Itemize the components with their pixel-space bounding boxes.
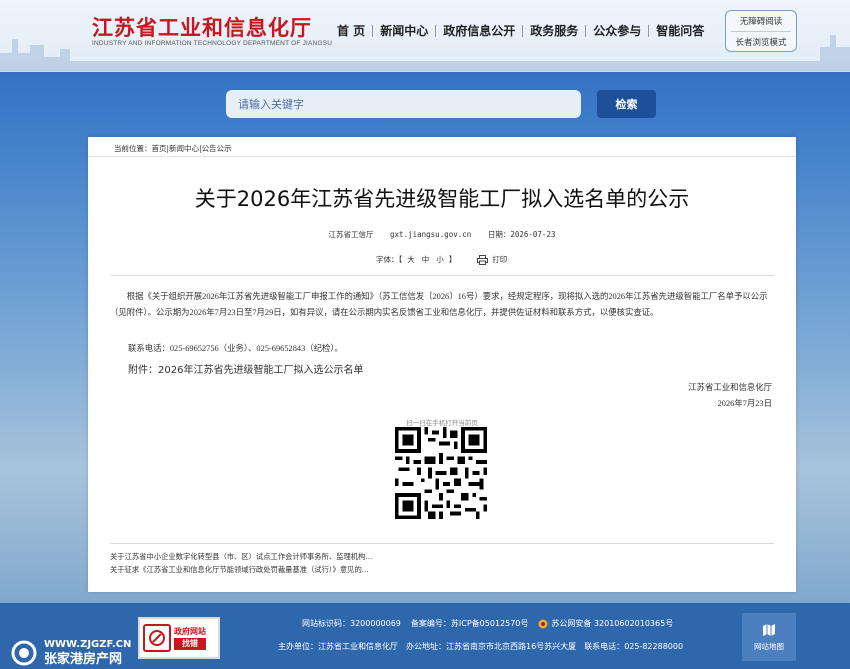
accessibility-reading-link[interactable]: 无障碍阅读 <box>740 15 783 27</box>
sign-org: 江苏省工业和信息化厅 <box>688 383 772 392</box>
site-header: 江苏省工业和信息化厅 INDUSTRY AND INFORMATION TECH… <box>0 0 850 72</box>
divider <box>88 156 796 157</box>
attachment: 附件：2026年江苏省先进级智能工厂拟入选公示名单 <box>128 361 363 376</box>
date-value: 2026-07-23 <box>510 230 556 239</box>
police-record[interactable]: 苏公网安备 32010602010365号 <box>538 618 673 629</box>
article-meta: 江苏省工信厅 gxt.jiangsu.gov.cn 日期：2026-07-23 <box>88 229 796 240</box>
font-size-label: 字体：【 <box>376 255 403 264</box>
article-card: 当前位置：首页|新闻中心|公告公示 关于2026年江苏省先进级智能工厂拟入选名单… <box>88 137 796 592</box>
article-date: 日期：2026-07-23 <box>488 230 556 239</box>
tel-value: 025-82288000 <box>624 642 684 651</box>
office-address: 办公地址：江苏省南京市北京西路16号苏兴大厦 <box>406 641 576 652</box>
gov-badge-line1: 政府网站 <box>174 627 206 636</box>
search-button[interactable]: 检索 <box>597 90 656 118</box>
article-paragraph: 根据《关于组织开展2026年江苏省先进级智能工厂申报工作的通知》（苏工信信发〔2… <box>110 292 768 317</box>
font-size-bracket: 】 <box>448 255 457 264</box>
nav-services[interactable]: 政务服务 <box>523 22 585 39</box>
host-value: 江苏省工业和信息化厅 <box>318 642 398 651</box>
qr-label: 扫一扫在手机打开当前页 <box>406 419 478 427</box>
font-size-controls: 字体：【 大 中 小 】 打印 <box>376 254 507 265</box>
icp-number: 备案编号：苏ICP备05012570号 <box>411 618 529 629</box>
police-record-text: 苏公网安备 32010602010365号 <box>551 619 674 628</box>
article-body: 根据《关于组织开展2026年江苏省先进级智能工厂申报工作的通知》（苏工信信发〔2… <box>110 289 774 321</box>
addr-label: 办公地址： <box>406 642 446 651</box>
gov-badge-line2: 找错 <box>174 638 206 650</box>
sign-date: 2026年7月23日 <box>717 399 772 408</box>
map-icon <box>763 623 775 636</box>
site-id: 网站标识码：3200000069 <box>302 618 401 629</box>
gov-site-error-report-badge[interactable]: 政府网站 找错 <box>138 617 220 659</box>
attachment-link[interactable]: 2026年江苏省先进级智能工厂拟入选公示名单 <box>158 365 363 376</box>
site-footer: WWW.ZJGZF.CN 张家港房产网 政府网站 找错 网站标识码：320000… <box>0 603 850 669</box>
font-small-button[interactable]: 小 <box>434 254 446 265</box>
attachment-label: 附件： <box>128 365 158 376</box>
sitemap-button[interactable]: 网站地图 <box>742 613 796 661</box>
nav-participation[interactable]: 公众参与 <box>586 22 648 39</box>
main-nav: 首 页 新闻中心 政府信息公开 政务服务 公众参与 智能问答 <box>330 22 711 39</box>
nav-news[interactable]: 新闻中心 <box>373 22 435 39</box>
nav-smart-qa[interactable]: 智能问答 <box>649 22 711 39</box>
footer-host-row: 主办单位：江苏省工业和信息化厅 办公地址：江苏省南京市北京西路16号苏兴大厦 联… <box>278 641 683 652</box>
article-source: 江苏省工信厅 <box>328 230 374 239</box>
site-id-label: 网站标识码： <box>302 619 350 628</box>
site-logo-subtitle: INDUSTRY AND INFORMATION TECHNOLOGY DEPA… <box>92 40 333 47</box>
font-medium-button[interactable]: 中 <box>420 254 432 265</box>
breadcrumb-notices[interactable]: 公告公示 <box>202 144 232 153</box>
related-link[interactable]: 关于江苏省中小企业数字化转型县（市、区）试点工作会计师事务所、监理机构... <box>110 550 372 563</box>
gov-emblem-icon <box>143 624 171 652</box>
font-large-button[interactable]: 大 <box>405 254 417 265</box>
signature: 江苏省工业和信息化厅 2026年7月23日 <box>688 380 772 412</box>
article-title: 关于2026年江苏省先进级智能工厂拟入选名单的公示 <box>194 187 690 211</box>
nav-gov-info[interactable]: 政府信息公开 <box>436 22 522 39</box>
icp-link[interactable]: 苏ICP备05012570号 <box>451 619 529 628</box>
watermark-name: 张家港房产网 <box>44 651 122 667</box>
breadcrumb-home[interactable]: 首页 <box>152 144 167 153</box>
tel-label: 联系电话： <box>584 642 625 651</box>
search-input[interactable]: 请输入关键字 <box>226 90 581 118</box>
printer-icon <box>477 254 489 265</box>
accessibility-box: 无障碍阅读 长者浏览模式 <box>725 10 797 52</box>
date-label: 日期： <box>487 230 511 239</box>
divider <box>110 543 774 544</box>
icp-label: 备案编号： <box>410 619 451 628</box>
article-site: gxt.jiangsu.gov.cn <box>390 230 472 239</box>
footer-registration-row: 网站标识码：3200000069 备案编号：苏ICP备05012570号 苏公网… <box>302 618 673 629</box>
breadcrumb-news[interactable]: 新闻中心 <box>169 144 199 153</box>
print-button[interactable]: 打印 <box>477 254 507 265</box>
site-logo-title[interactable]: 江苏省工业和信息化厅 <box>92 12 312 42</box>
divider <box>110 275 774 276</box>
watermark-url: WWW.ZJGZF.CN <box>44 639 131 650</box>
qr-code-image <box>395 427 487 519</box>
breadcrumb-prefix: 当前位置： <box>114 144 152 153</box>
police-badge-icon <box>538 619 548 628</box>
nav-home[interactable]: 首 页 <box>330 22 372 39</box>
gov-badge-text: 政府网站 找错 <box>174 626 206 650</box>
watermark-logo: WWW.ZJGZF.CN 张家港房产网 <box>11 639 131 667</box>
host-label: 主办单位： <box>278 642 318 651</box>
breadcrumb: 当前位置：首页|新闻中心|公告公示 <box>114 143 232 154</box>
elder-mode-link[interactable]: 长者浏览模式 <box>735 36 786 48</box>
site-id-value: 3200000069 <box>350 619 401 628</box>
host-unit: 主办单位：江苏省工业和信息化厅 <box>278 641 398 652</box>
addr-value: 江苏省南京市北京西路16号苏兴大厦 <box>446 642 577 651</box>
sitemap-label: 网站地图 <box>754 641 784 651</box>
contact-tel: 联系电话：025-82288000 <box>584 641 683 652</box>
related-links: 关于江苏省中小企业数字化转型县（市、区）试点工作会计师事务所、监理机构... 关… <box>110 550 372 576</box>
print-label: 打印 <box>492 255 508 264</box>
divider <box>731 30 791 32</box>
contact-phones: 联系电话：025-69652756（业务）、025-69652843（纪检）。 <box>128 344 343 353</box>
related-link[interactable]: 关于征求《江苏省工业和信息化厅节能领域行政处罚裁量基准（试行）》意见的... <box>110 563 372 576</box>
